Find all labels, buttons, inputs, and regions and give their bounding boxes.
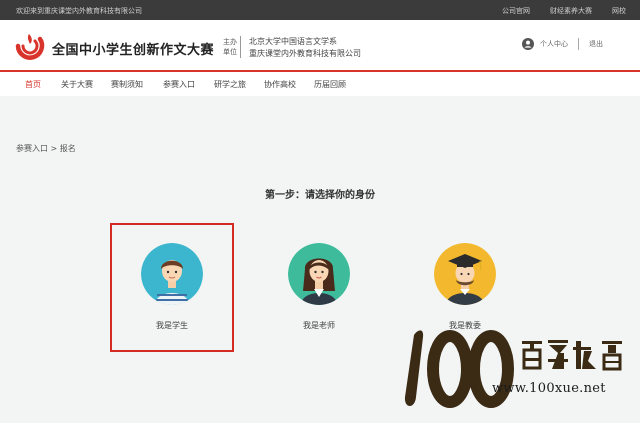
nav-item-about[interactable]: 关于大赛 (61, 79, 93, 90)
nav-item-partner-universities[interactable]: 协作高校 (264, 79, 296, 90)
nav-item-past-editions[interactable]: 历届回顾 (314, 79, 346, 90)
user-area-divider (578, 38, 579, 50)
role-label-teacher: 我是老师 (303, 321, 335, 330)
organizer-company: 重庆课堂内外教育科技有限公司 (249, 49, 361, 58)
top-link-online-school[interactable]: 网校 (612, 6, 626, 16)
main-nav: 首页 关于大赛 赛制须知 参赛入口 研学之旅 协作高校 历届回顾 (0, 72, 640, 96)
organizer-list: 北京大学中国语言文学系 重庆课堂内外教育科技有限公司 (249, 36, 361, 60)
contest-logo-icon[interactable] (14, 30, 46, 62)
user-icon[interactable] (522, 38, 534, 50)
top-link-finance-contest[interactable]: 财经素养大赛 (550, 6, 592, 16)
contest-title: 全国中小学生创新作文大赛 (52, 43, 215, 58)
top-bar: 欢迎来到重庆课堂内外教育科技有限公司 公司官网 财经素养大赛 网校 (0, 0, 640, 20)
step-title: 第一步：请选择你的身份 (265, 190, 375, 201)
role-option-official[interactable]: 我是教委 (395, 243, 535, 331)
logout-link[interactable]: 退出 (589, 39, 603, 49)
teacher-avatar-icon (288, 243, 350, 305)
official-avatar-icon (434, 243, 496, 305)
user-area: 个人中心 退出 (522, 38, 603, 50)
welcome-text: 欢迎来到重庆课堂内外教育科技有限公司 (16, 7, 142, 15)
watermark-url: www.100xue.net (492, 381, 606, 396)
top-link-company-site[interactable]: 公司官网 (502, 6, 530, 16)
breadcrumb: 参赛入口 > 报名 (16, 144, 76, 153)
top-links: 公司官网 财经素养大赛 网校 (502, 6, 626, 16)
nav-item-entry[interactable]: 参赛入口 (163, 79, 195, 90)
organizer-pku: 北京大学中国语言文学系 (249, 37, 337, 46)
nav-item-rules[interactable]: 赛制须知 (111, 79, 143, 90)
nav-item-home[interactable]: 首页 (25, 79, 41, 90)
nav-item-study-tour[interactable]: 研学之旅 (214, 79, 246, 90)
user-center-link[interactable]: 个人中心 (540, 39, 568, 49)
site-header: 全国中小学生创新作文大赛 主办单位 北京大学中国语言文学系 重庆课堂内外教育科技… (0, 20, 640, 72)
role-option-teacher[interactable]: 我是老师 (249, 243, 389, 331)
organizer-label: 主办单位 (223, 38, 237, 56)
organizer-divider (240, 36, 241, 58)
watermark-logo-icon (404, 330, 622, 408)
selection-highlight (110, 223, 234, 352)
